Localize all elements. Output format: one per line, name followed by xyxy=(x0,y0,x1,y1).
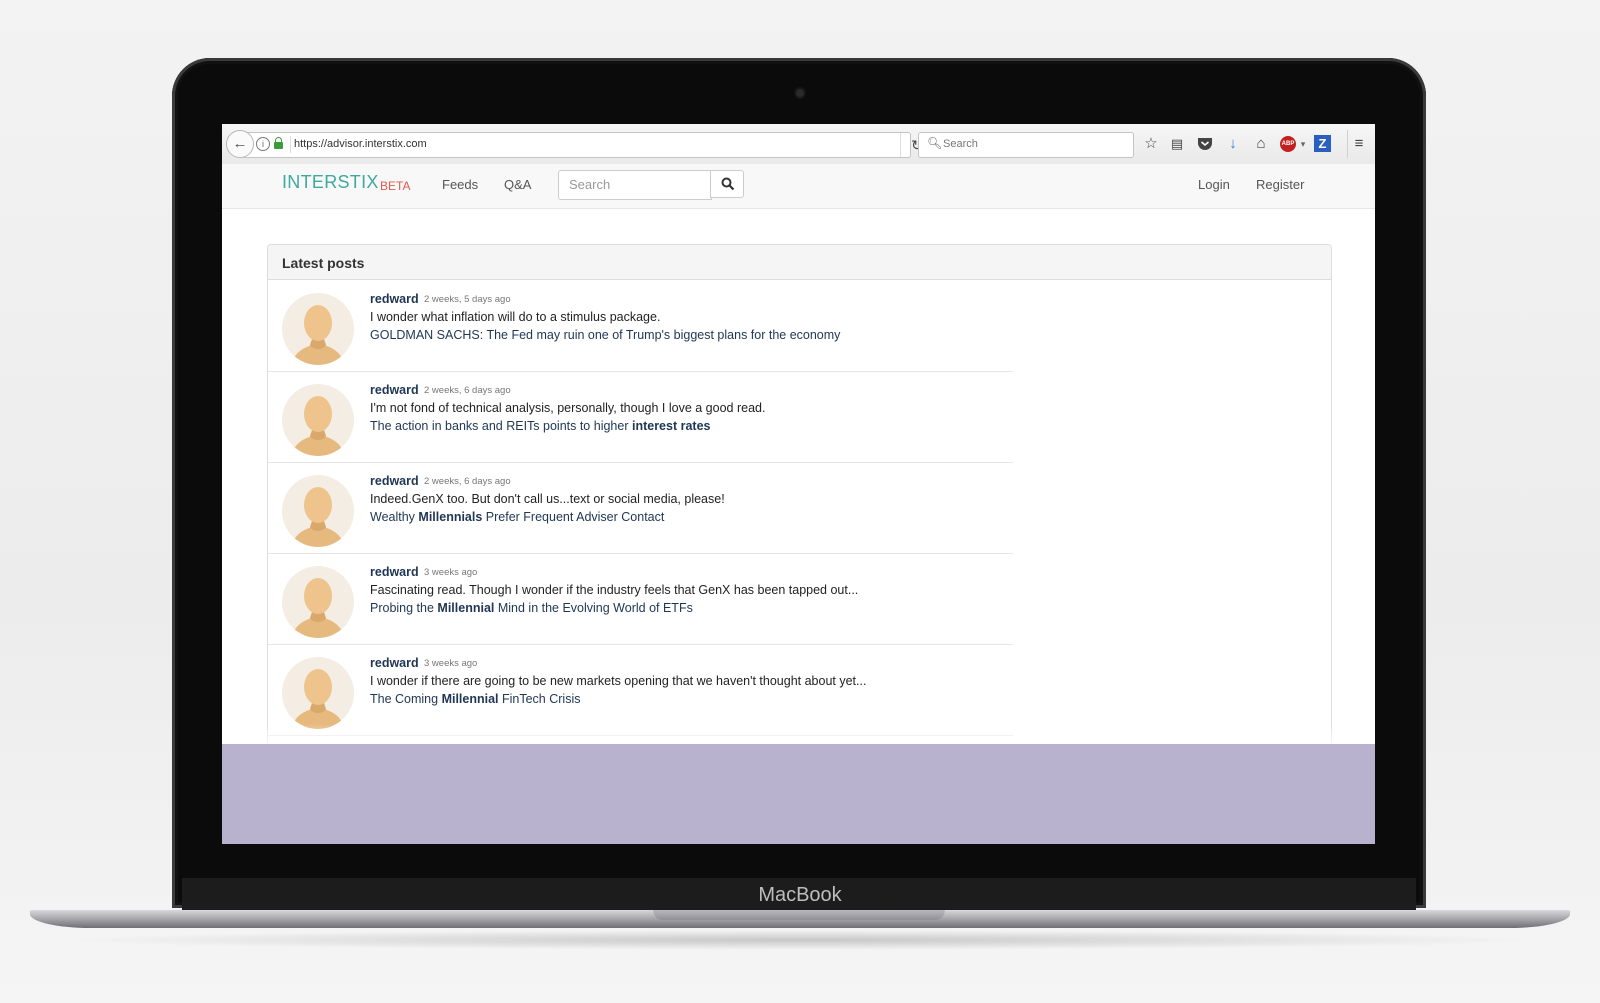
post-link-text-after: Prefer Frequent Adviser Contact xyxy=(482,510,665,524)
screen: i https://advisor.interstix.com ↻ ← 🔍︎ S… xyxy=(222,124,1375,844)
post-link-highlight: Millennials xyxy=(418,510,483,524)
site-search-input[interactable] xyxy=(559,171,709,197)
post-timestamp: 3 weeks ago xyxy=(424,567,478,578)
search-icon: 🔍︎ xyxy=(927,136,943,150)
url-separator xyxy=(290,136,291,153)
post-username[interactable]: redward xyxy=(370,565,419,579)
back-arrow-icon[interactable]: ← xyxy=(226,130,254,158)
post-link-text: GOLDMAN SACHS: The Fed may ruin one of T… xyxy=(370,328,841,342)
lavender-overlay xyxy=(222,744,1375,844)
post-link-highlight: Millennial xyxy=(437,601,495,615)
post-link-highlight: interest rates xyxy=(631,419,711,433)
base-shadow xyxy=(60,930,1540,950)
post-link[interactable]: The action in banks and REITs points to … xyxy=(370,419,710,433)
browser-search-placeholder: Search xyxy=(943,138,978,150)
lock-icon[interactable] xyxy=(274,137,283,149)
browser-search-bar[interactable]: 🔍︎ Search xyxy=(918,132,1134,158)
post-item: redward 2 weeks, 5 days ago I wonder wha… xyxy=(268,280,1013,372)
post-link[interactable]: Probing the Millennial Mind in the Evolv… xyxy=(370,601,693,615)
post-timestamp: 2 weeks, 5 days ago xyxy=(424,294,511,305)
nav-feeds-link[interactable]: Feeds xyxy=(442,177,478,192)
avatar[interactable] xyxy=(282,657,354,729)
star-icon[interactable]: ☆ xyxy=(1140,133,1162,155)
zotero-icon[interactable]: Z xyxy=(1314,135,1331,152)
laptop-notch xyxy=(653,910,945,920)
post-username[interactable]: redward xyxy=(370,656,419,670)
post-link-text: Probing the xyxy=(370,601,438,615)
site-search-button[interactable] xyxy=(710,170,744,198)
panel-heading: Latest posts xyxy=(268,245,1331,280)
post-text: I'm not fond of technical analysis, pers… xyxy=(370,401,766,415)
nav-qa-link[interactable]: Q&A xyxy=(504,177,531,192)
info-icon[interactable]: i xyxy=(256,137,270,151)
post-link-text: Wealthy xyxy=(370,510,419,524)
beta-badge: BETA xyxy=(380,179,411,193)
post-link-text: The action in banks and REITs points to … xyxy=(370,419,632,433)
avatar[interactable] xyxy=(282,475,354,547)
hamburger-menu-icon[interactable]: ≡ xyxy=(1348,133,1370,155)
post-timestamp: 2 weeks, 6 days ago xyxy=(424,385,511,396)
browser-toolbar: i https://advisor.interstix.com ↻ ← 🔍︎ S… xyxy=(222,124,1375,165)
avatar[interactable] xyxy=(282,566,354,638)
pocket-icon[interactable] xyxy=(1194,133,1216,155)
post-item: redward 3 weeks ago I wonder if there ar… xyxy=(268,644,1013,736)
post-item: redward 2 weeks, 6 days ago Indeed.GenX … xyxy=(268,462,1013,554)
post-link[interactable]: GOLDMAN SACHS: The Fed may ruin one of T… xyxy=(370,328,840,342)
post-text: I wonder if there are going to be new ma… xyxy=(370,674,867,688)
post-link-text: The Coming xyxy=(370,692,442,706)
post-username[interactable]: redward xyxy=(370,292,419,306)
login-link[interactable]: Login xyxy=(1198,177,1230,192)
register-link[interactable]: Register xyxy=(1256,177,1304,192)
site-search-field xyxy=(558,170,712,200)
camera xyxy=(796,89,804,97)
download-icon[interactable]: ↓ xyxy=(1222,133,1244,155)
content-fade xyxy=(222,724,1375,746)
post-username[interactable]: redward xyxy=(370,474,419,488)
url-text[interactable]: https://advisor.interstix.com xyxy=(294,138,427,150)
post-item: redward 2 weeks, 6 days ago I'm not fond… xyxy=(268,371,1013,463)
post-username[interactable]: redward xyxy=(370,383,419,397)
post-timestamp: 3 weeks ago xyxy=(424,658,478,669)
post-text: I wonder what inflation will do to a sti… xyxy=(370,310,661,324)
panel-title: Latest posts xyxy=(282,255,365,271)
post-link[interactable]: Wealthy Millennials Prefer Frequent Advi… xyxy=(370,510,664,524)
post-link-highlight: Millennial xyxy=(441,692,499,706)
post-timestamp: 2 weeks, 6 days ago xyxy=(424,476,511,487)
post-link-text-after: FinTech Crisis xyxy=(498,692,581,706)
search-icon xyxy=(721,177,735,191)
home-icon[interactable]: ⌂ xyxy=(1250,133,1272,155)
post-item: redward 3 weeks ago Fascinating read. Th… xyxy=(268,553,1013,645)
chevron-down-icon[interactable]: ▾ xyxy=(1292,133,1314,155)
avatar[interactable] xyxy=(282,384,354,456)
post-text: Fascinating read. Though I wonder if the… xyxy=(370,583,859,597)
post-text: Indeed.GenX too. But don't call us...tex… xyxy=(370,492,725,506)
reading-list-icon[interactable]: ▤ xyxy=(1166,133,1188,155)
device-brand-label: MacBook xyxy=(758,884,842,906)
url-bar[interactable]: i https://advisor.interstix.com ↻ xyxy=(244,132,923,158)
post-link-text-after: Mind in the Evolving World of ETFs xyxy=(494,601,693,615)
post-link[interactable]: The Coming Millennial FinTech Crisis xyxy=(370,692,580,706)
site-navbar: INTERSTIX BETA Feeds Q&A Login Register xyxy=(222,164,1375,209)
site-logo[interactable]: INTERSTIX xyxy=(282,172,379,193)
avatar[interactable] xyxy=(282,293,354,365)
